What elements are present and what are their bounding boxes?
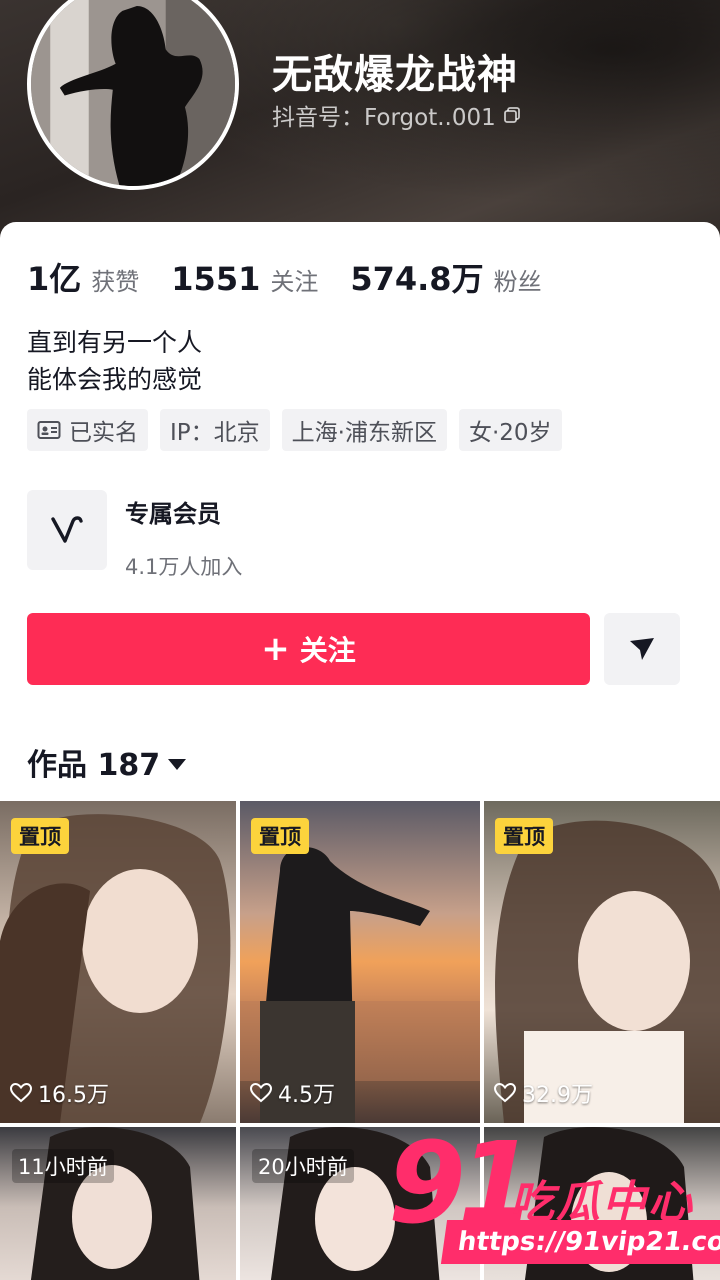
tag-label: 已实名	[69, 420, 138, 446]
post-time: 20小时前	[252, 1149, 354, 1183]
tag-verified[interactable]: 已实名	[27, 409, 148, 451]
plus-icon: +	[261, 629, 290, 669]
like-count-text: 4.5万	[278, 1083, 335, 1108]
video-tile[interactable]: 11小时前	[0, 1127, 236, 1280]
follow-button[interactable]: + 关注	[27, 613, 590, 685]
works-tab[interactable]: 作品 187	[27, 740, 187, 784]
tag-label: 女·20岁	[468, 420, 552, 446]
profile-tags: 已实名 IP：北京 上海·浦东新区 女·20岁	[27, 409, 562, 451]
membership-title: 专属会员	[125, 500, 221, 528]
stat-label: 关注	[270, 268, 319, 296]
profile-header: 无敌爆龙战神 抖音号：Forgot..001	[0, 0, 720, 250]
tag-label: IP：北京	[170, 420, 260, 446]
works-title: 作品 187	[27, 748, 161, 783]
stat-value: 1551	[171, 260, 261, 298]
tag-label: 上海·浦东新区	[291, 420, 437, 446]
video-tile[interactable]: 置顶 32.9万	[484, 801, 720, 1123]
tag-gender-age: 女·20岁	[458, 409, 562, 451]
send-icon	[630, 638, 654, 660]
membership-entry[interactable]: 专属会员 4.1万人加入	[27, 490, 242, 581]
stat-following[interactable]: 1551 关注	[171, 260, 318, 298]
membership-subtitle: 4.1万人加入	[125, 555, 243, 579]
pinned-badge: 置顶	[251, 818, 309, 854]
bio-line: 能体会我的感觉	[27, 365, 203, 394]
heart-icon	[494, 1083, 516, 1103]
heart-icon	[10, 1083, 32, 1103]
membership-text: 专属会员 4.1万人加入	[125, 490, 242, 581]
bio: 直到有另一个人 能体会我的感觉	[27, 324, 202, 398]
douyin-id-text: 抖音号：Forgot..001	[272, 105, 496, 131]
follow-label: 关注	[299, 634, 356, 667]
tag-ip: IP：北京	[160, 409, 270, 451]
pinned-badge: 置顶	[495, 818, 553, 854]
watermark-logo: 91 吃瓜中心 https://91vip21.com	[388, 1128, 720, 1280]
membership-logo	[27, 490, 107, 570]
stat-value: 1亿	[27, 260, 82, 298]
caret-down-icon	[168, 758, 187, 770]
post-time: 11小时前	[12, 1149, 114, 1183]
douyin-id[interactable]: 抖音号：Forgot..001	[272, 98, 522, 132]
profile-stats: 1亿 获赞 1551 关注 574.8万 粉丝	[27, 254, 574, 300]
profile-name: 无敌爆龙战神	[272, 52, 518, 98]
like-count-text: 32.9万	[522, 1083, 593, 1108]
stat-value: 574.8万	[350, 260, 484, 298]
v-logo-icon	[51, 516, 83, 543]
watermark-url: https://91vip21.com	[440, 1220, 720, 1264]
heart-icon	[250, 1083, 272, 1103]
tag-location[interactable]: 上海·浦东新区	[281, 409, 447, 451]
stat-label: 获赞	[91, 268, 140, 296]
like-count: 32.9万	[494, 1077, 593, 1109]
stat-likes: 1亿 获赞	[27, 254, 139, 300]
pinned-badge: 置顶	[11, 818, 69, 854]
share-button[interactable]	[604, 613, 680, 685]
avatar-silhouette-icon	[31, 0, 235, 186]
stat-followers[interactable]: 574.8万 粉丝	[350, 254, 541, 300]
like-count-text: 16.5万	[38, 1083, 109, 1108]
copy-icon[interactable]	[502, 105, 522, 125]
stat-label: 粉丝	[493, 268, 542, 296]
like-count: 16.5万	[10, 1077, 109, 1109]
id-card-icon	[37, 421, 61, 439]
video-tile[interactable]: 置顶 16.5万	[0, 801, 236, 1123]
video-tile[interactable]: 置顶 4.5万	[240, 801, 480, 1123]
like-count: 4.5万	[250, 1077, 335, 1109]
bio-line: 直到有另一个人	[27, 328, 203, 357]
